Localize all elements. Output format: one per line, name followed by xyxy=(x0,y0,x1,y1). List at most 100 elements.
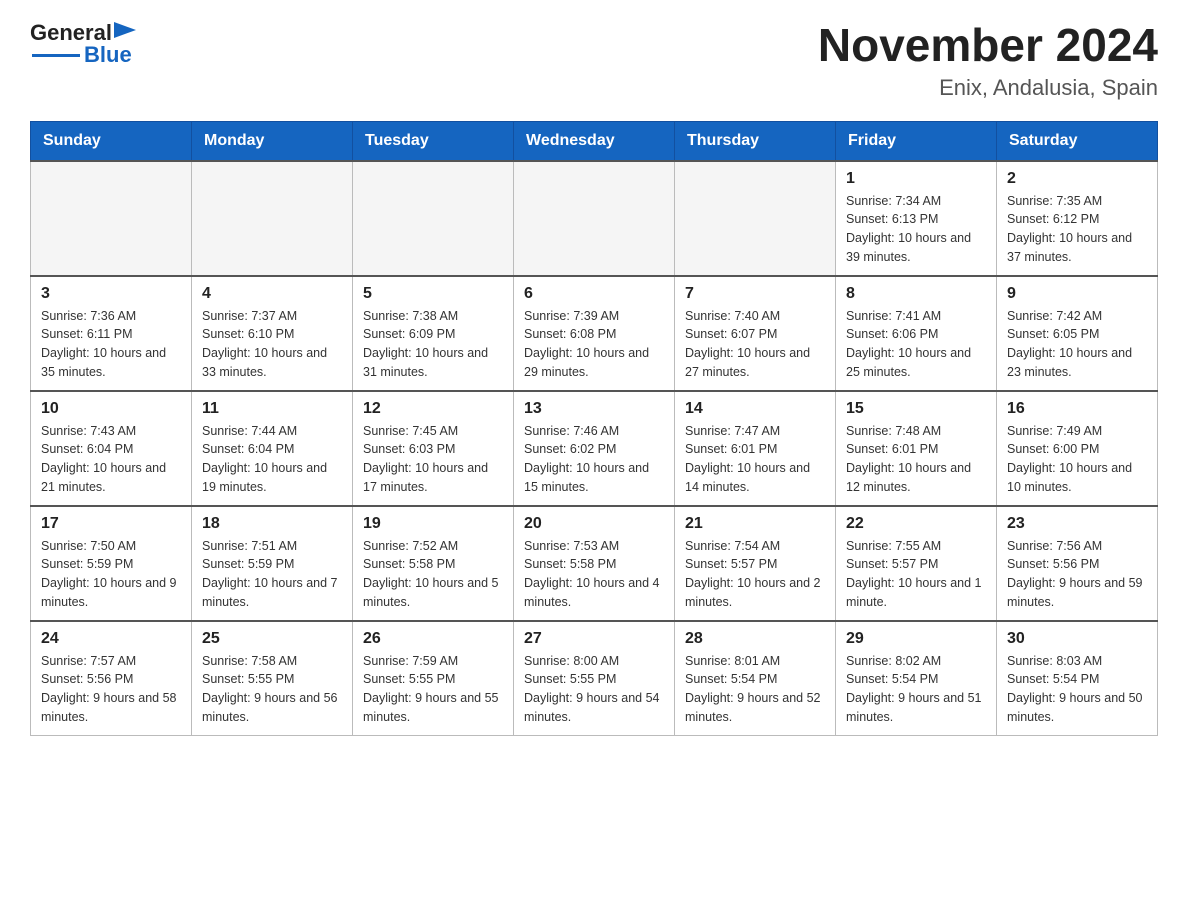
calendar-cell: 19Sunrise: 7:52 AMSunset: 5:58 PMDayligh… xyxy=(353,506,514,621)
day-number: 23 xyxy=(1007,515,1147,533)
calendar-cell: 13 Sunrise: 7:46 AMSunset: 6:02 PMDayligh… xyxy=(514,391,675,506)
day-info: Sunrise: 7:34 AMSunset: 6:13 PMDaylight:… xyxy=(846,192,986,267)
day-number: 21 xyxy=(685,515,825,533)
day-number: 10 xyxy=(41,400,181,418)
day-number: 7 xyxy=(685,285,825,303)
day-info: Sunrise: 7:50 AMSunset: 5:59 PMDaylight:… xyxy=(41,537,181,612)
day-info: Sunrise: 7:57 AMSunset: 5:56 PMDaylight:… xyxy=(41,652,181,727)
calendar-cell: 29Sunrise: 8:02 AMSunset: 5:54 PMDayligh… xyxy=(836,621,997,736)
calendar-week-4: 17 Sunrise: 7:50 AMSunset: 5:59 PMDayligh… xyxy=(31,506,1158,621)
calendar-week-3: 10 Sunrise: 7:43 AMSunset: 6:04 PMDayligh… xyxy=(31,391,1158,506)
day-info: Sunrise: 7:48 AMSunset: 6:01 PMDaylight:… xyxy=(846,422,986,497)
calendar-cell: 17 Sunrise: 7:50 AMSunset: 5:59 PMDayligh… xyxy=(31,506,192,621)
day-info: Sunrise: 7:44 AMSunset: 6:04 PMDaylight:… xyxy=(202,422,342,497)
calendar-cell: 10 Sunrise: 7:43 AMSunset: 6:04 PMDayligh… xyxy=(31,391,192,506)
day-info: Sunrise: 7:46 AMSunset: 6:02 PMDaylight:… xyxy=(524,422,664,497)
calendar-cell: 5Sunrise: 7:38 AMSunset: 6:09 PMDaylight… xyxy=(353,276,514,391)
calendar-cell: 1 Sunrise: 7:34 AMSunset: 6:13 PMDaylight… xyxy=(836,161,997,276)
calendar-table: SundayMondayTuesdayWednesdayThursdayFrid… xyxy=(30,121,1158,736)
calendar-title: November 2024 xyxy=(818,20,1158,71)
day-info: Sunrise: 7:45 AMSunset: 6:03 PMDaylight:… xyxy=(363,422,503,497)
calendar-cell: 7 Sunrise: 7:40 AMSunset: 6:07 PMDaylight… xyxy=(675,276,836,391)
day-number: 2 xyxy=(1007,170,1147,188)
day-number: 20 xyxy=(524,515,664,533)
calendar-cell xyxy=(675,161,836,276)
day-info: Sunrise: 7:42 AMSunset: 6:05 PMDaylight:… xyxy=(1007,307,1147,382)
calendar-cell: 23 Sunrise: 7:56 AMSunset: 5:56 PMDayligh… xyxy=(997,506,1158,621)
day-number: 27 xyxy=(524,630,664,648)
logo-flag-icon xyxy=(114,22,136,44)
day-number: 28 xyxy=(685,630,825,648)
day-number: 13 xyxy=(524,400,664,418)
day-number: 30 xyxy=(1007,630,1147,648)
calendar-cell: 28 Sunrise: 8:01 AMSunset: 5:54 PMDayligh… xyxy=(675,621,836,736)
day-info: Sunrise: 7:36 AMSunset: 6:11 PMDaylight:… xyxy=(41,307,181,382)
day-number: 3 xyxy=(41,285,181,303)
calendar-cell: 25Sunrise: 7:58 AMSunset: 5:55 PMDayligh… xyxy=(192,621,353,736)
day-number: 16 xyxy=(1007,400,1147,418)
day-info: Sunrise: 7:40 AMSunset: 6:07 PMDaylight:… xyxy=(685,307,825,382)
calendar-header-row: SundayMondayTuesdayWednesdayThursdayFrid… xyxy=(31,121,1158,161)
day-info: Sunrise: 7:59 AMSunset: 5:55 PMDaylight:… xyxy=(363,652,503,727)
calendar-header: SundayMondayTuesdayWednesdayThursdayFrid… xyxy=(31,121,1158,161)
day-info: Sunrise: 8:03 AMSunset: 5:54 PMDaylight:… xyxy=(1007,652,1147,727)
day-number: 26 xyxy=(363,630,503,648)
calendar-cell: 18Sunrise: 7:51 AMSunset: 5:59 PMDayligh… xyxy=(192,506,353,621)
calendar-cell: 30 Sunrise: 8:03 AMSunset: 5:54 PMDayligh… xyxy=(997,621,1158,736)
header-cell-monday: Monday xyxy=(192,121,353,161)
calendar-cell: 2 Sunrise: 7:35 AMSunset: 6:12 PMDaylight… xyxy=(997,161,1158,276)
day-number: 14 xyxy=(685,400,825,418)
header-cell-saturday: Saturday xyxy=(997,121,1158,161)
calendar-cell: 12 Sunrise: 7:45 AMSunset: 6:03 PMDayligh… xyxy=(353,391,514,506)
calendar-cell xyxy=(353,161,514,276)
day-info: Sunrise: 7:55 AMSunset: 5:57 PMDaylight:… xyxy=(846,537,986,612)
day-info: Sunrise: 8:02 AMSunset: 5:54 PMDaylight:… xyxy=(846,652,986,727)
day-number: 17 xyxy=(41,515,181,533)
day-info: Sunrise: 7:53 AMSunset: 5:58 PMDaylight:… xyxy=(524,537,664,612)
day-number: 11 xyxy=(202,400,342,418)
calendar-week-5: 24Sunrise: 7:57 AMSunset: 5:56 PMDayligh… xyxy=(31,621,1158,736)
calendar-body: 1 Sunrise: 7:34 AMSunset: 6:13 PMDaylight… xyxy=(31,161,1158,736)
day-info: Sunrise: 7:37 AMSunset: 6:10 PMDaylight:… xyxy=(202,307,342,382)
day-number: 1 xyxy=(846,170,986,188)
day-info: Sunrise: 7:35 AMSunset: 6:12 PMDaylight:… xyxy=(1007,192,1147,267)
day-info: Sunrise: 7:56 AMSunset: 5:56 PMDaylight:… xyxy=(1007,537,1147,612)
calendar-cell: 4 Sunrise: 7:37 AMSunset: 6:10 PMDaylight… xyxy=(192,276,353,391)
day-info: Sunrise: 7:41 AMSunset: 6:06 PMDaylight:… xyxy=(846,307,986,382)
day-info: Sunrise: 7:39 AMSunset: 6:08 PMDaylight:… xyxy=(524,307,664,382)
calendar-cell xyxy=(31,161,192,276)
day-number: 12 xyxy=(363,400,503,418)
header-cell-wednesday: Wednesday xyxy=(514,121,675,161)
calendar-cell: 14 Sunrise: 7:47 AMSunset: 6:01 PMDayligh… xyxy=(675,391,836,506)
header-cell-friday: Friday xyxy=(836,121,997,161)
day-number: 4 xyxy=(202,285,342,303)
calendar-week-2: 3 Sunrise: 7:36 AMSunset: 6:11 PMDaylight… xyxy=(31,276,1158,391)
header-cell-tuesday: Tuesday xyxy=(353,121,514,161)
header-cell-thursday: Thursday xyxy=(675,121,836,161)
calendar-cell: 21Sunrise: 7:54 AMSunset: 5:57 PMDayligh… xyxy=(675,506,836,621)
calendar-cell: 9Sunrise: 7:42 AMSunset: 6:05 PMDaylight… xyxy=(997,276,1158,391)
day-info: Sunrise: 8:01 AMSunset: 5:54 PMDaylight:… xyxy=(685,652,825,727)
page-header: General Blue November 2024 Enix, Andalus… xyxy=(30,20,1158,101)
day-number: 22 xyxy=(846,515,986,533)
logo: General Blue xyxy=(30,20,136,68)
calendar-cell: 26 Sunrise: 7:59 AMSunset: 5:55 PMDayligh… xyxy=(353,621,514,736)
calendar-cell xyxy=(514,161,675,276)
title-block: November 2024 Enix, Andalusia, Spain xyxy=(818,20,1158,101)
day-info: Sunrise: 7:43 AMSunset: 6:04 PMDaylight:… xyxy=(41,422,181,497)
day-number: 6 xyxy=(524,285,664,303)
day-info: Sunrise: 7:47 AMSunset: 6:01 PMDaylight:… xyxy=(685,422,825,497)
day-number: 25 xyxy=(202,630,342,648)
calendar-cell: 15Sunrise: 7:48 AMSunset: 6:01 PMDayligh… xyxy=(836,391,997,506)
calendar-cell: 20 Sunrise: 7:53 AMSunset: 5:58 PMDayligh… xyxy=(514,506,675,621)
day-info: Sunrise: 7:51 AMSunset: 5:59 PMDaylight:… xyxy=(202,537,342,612)
calendar-cell xyxy=(192,161,353,276)
calendar-cell: 6 Sunrise: 7:39 AMSunset: 6:08 PMDaylight… xyxy=(514,276,675,391)
day-number: 8 xyxy=(846,285,986,303)
calendar-subtitle: Enix, Andalusia, Spain xyxy=(818,75,1158,101)
day-info: Sunrise: 8:00 AMSunset: 5:55 PMDaylight:… xyxy=(524,652,664,727)
day-info: Sunrise: 7:38 AMSunset: 6:09 PMDaylight:… xyxy=(363,307,503,382)
day-info: Sunrise: 7:52 AMSunset: 5:58 PMDaylight:… xyxy=(363,537,503,612)
calendar-cell: 3 Sunrise: 7:36 AMSunset: 6:11 PMDaylight… xyxy=(31,276,192,391)
calendar-cell: 27 Sunrise: 8:00 AMSunset: 5:55 PMDayligh… xyxy=(514,621,675,736)
